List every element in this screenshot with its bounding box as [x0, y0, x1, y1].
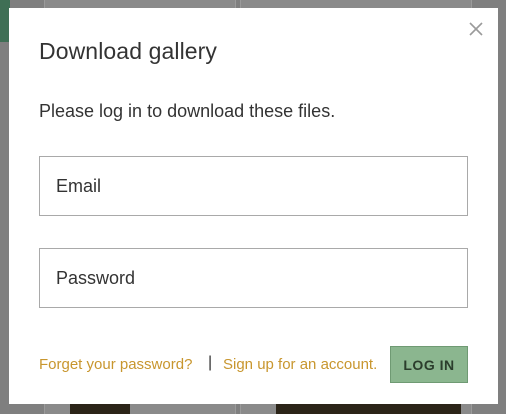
link-separator: | — [208, 354, 213, 371]
background-gallery-image — [70, 404, 130, 414]
forgot-password-link[interactable]: Forget your password? — [39, 356, 192, 373]
login-button[interactable]: LOG IN — [390, 346, 468, 383]
close-icon[interactable] — [466, 19, 486, 39]
email-field[interactable] — [39, 156, 468, 216]
dialog-message: Please log in to download these files. — [39, 101, 336, 121]
password-field[interactable] — [39, 248, 468, 308]
dialog-footer: Forget your password? | Sign up for an a… — [39, 346, 468, 383]
download-dialog: Download gallery Please log in to downlo… — [9, 8, 498, 404]
dialog-title: Download gallery — [39, 38, 218, 64]
signup-link[interactable]: Sign up for an account. — [223, 356, 377, 373]
background-gallery-image — [276, 404, 461, 414]
